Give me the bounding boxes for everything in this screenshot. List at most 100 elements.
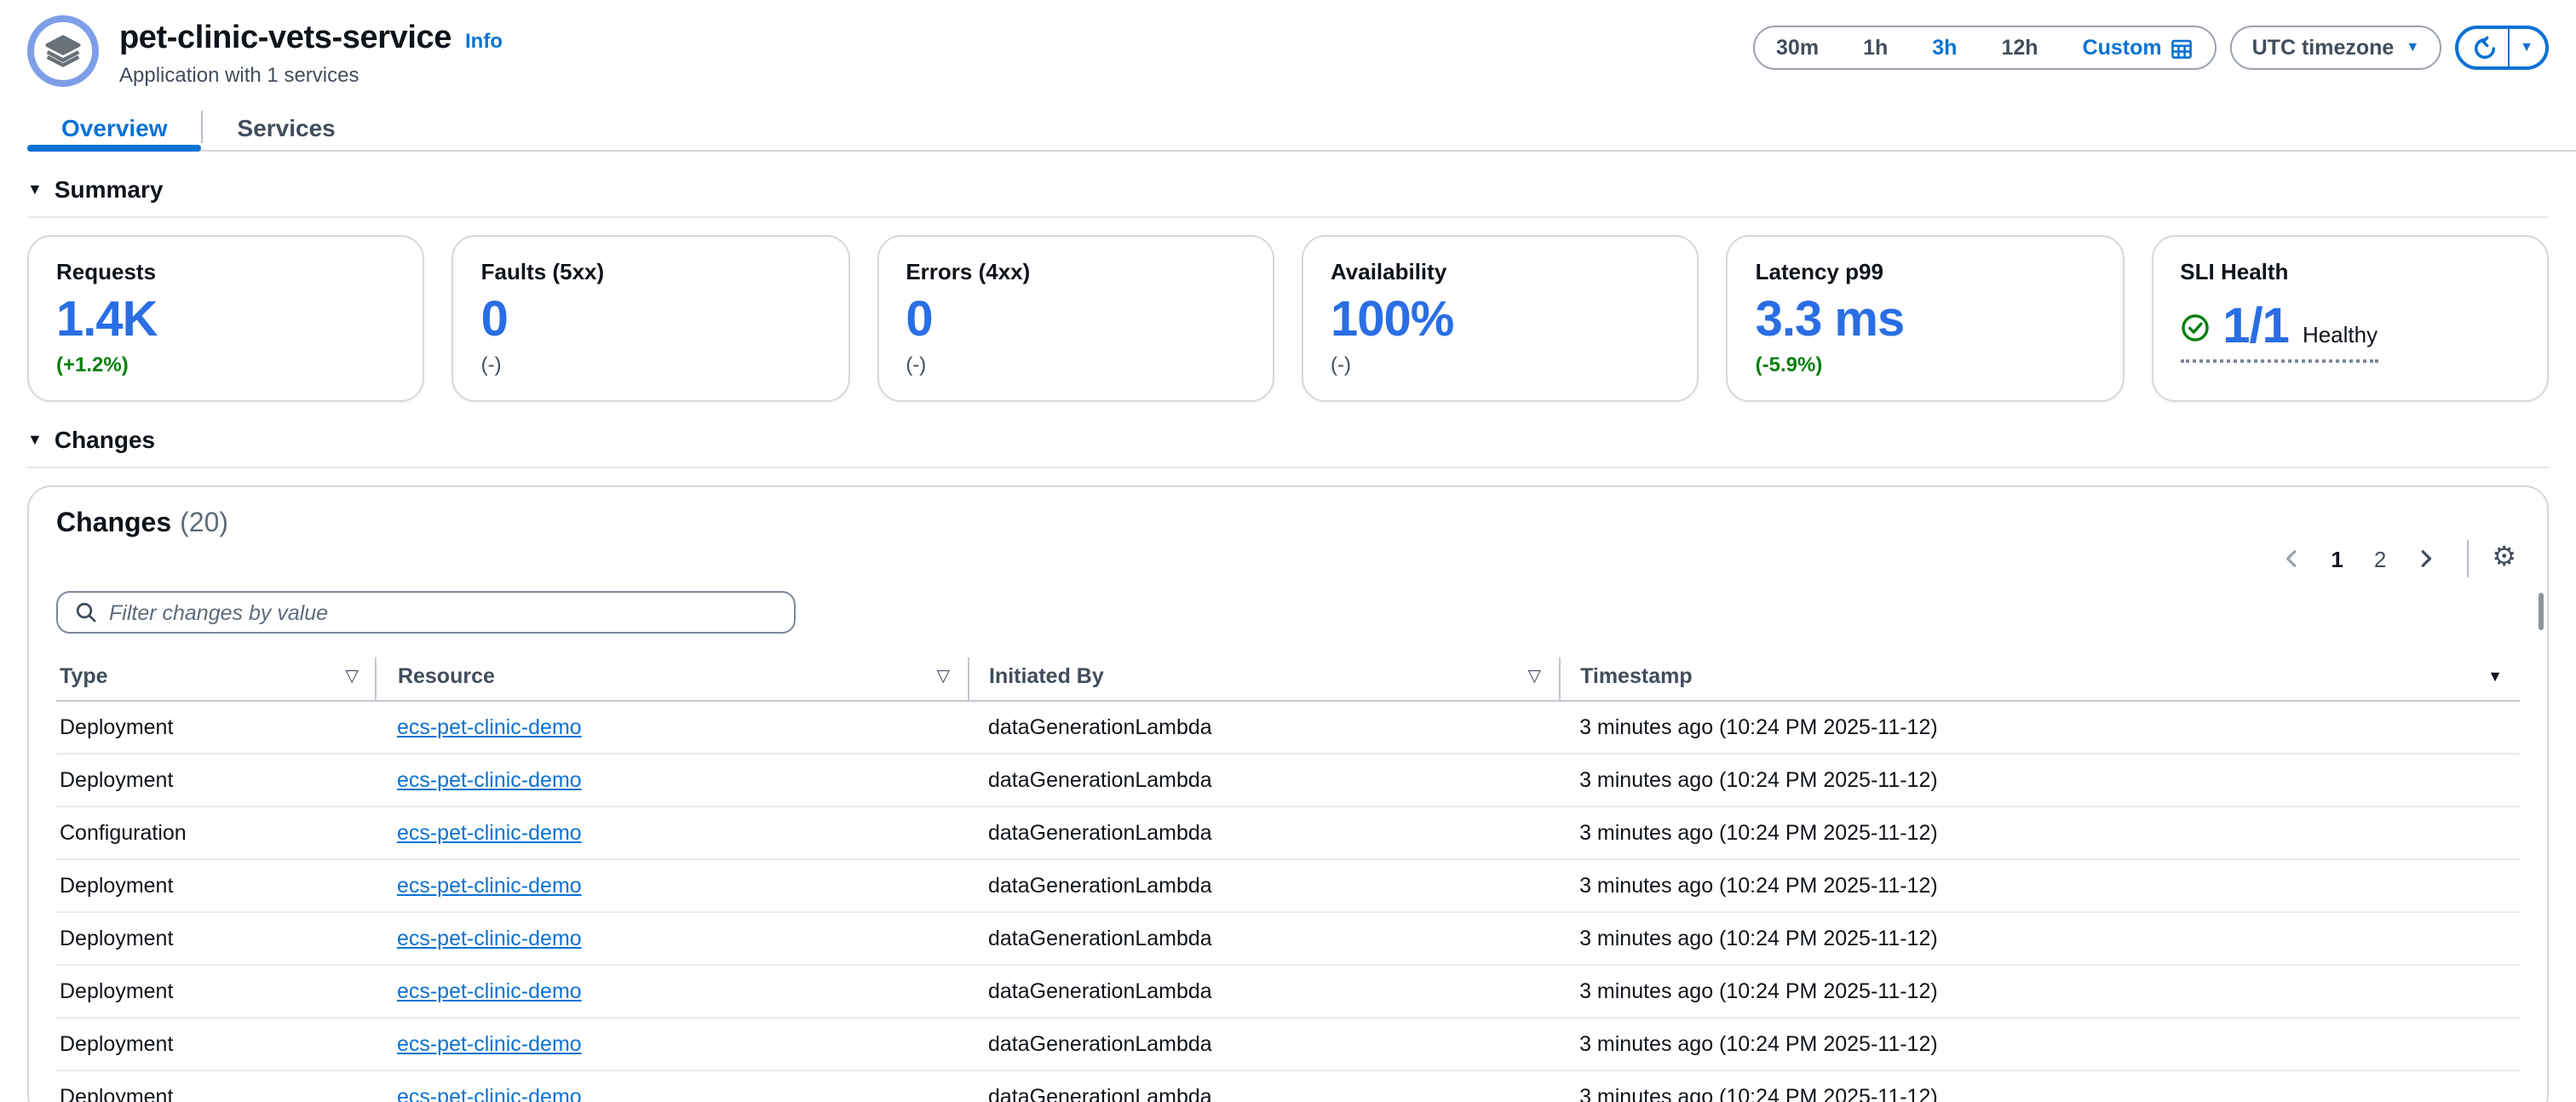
column-header-timestamp[interactable]: Timestamp▼ xyxy=(1559,657,2520,701)
sli-health-popover-trigger[interactable]: 1/1 Healthy xyxy=(2180,301,2378,364)
cell-timestamp: 3 minutes ago (10:24 PM 2025-11-12) xyxy=(1559,965,2520,1018)
cell-resource: ecs-pet-clinic-demo xyxy=(377,1070,968,1102)
pagination-prev-button[interactable] xyxy=(2271,545,2312,572)
cell-type: Deployment xyxy=(56,912,377,965)
chevron-down-icon: ▼ xyxy=(27,431,43,448)
cell-type: Configuration xyxy=(56,806,377,859)
time-range-3h[interactable]: 3h xyxy=(1910,27,1979,68)
cell-timestamp: 3 minutes ago (10:24 PM 2025-11-12) xyxy=(1559,806,2520,859)
pagination-page-2[interactable]: 2 xyxy=(2362,542,2398,575)
resource-link[interactable]: ecs-pet-clinic-demo xyxy=(397,979,582,1003)
refresh-options-button[interactable]: ▼ xyxy=(2510,29,2545,66)
tab-bar: Overview Services xyxy=(27,104,2576,152)
column-header-type[interactable]: Type▽ xyxy=(56,657,377,701)
changes-section-title: Changes xyxy=(55,426,155,453)
cell-initiated-by: dataGenerationLambda xyxy=(968,701,1559,754)
column-filter-icon[interactable]: ▽ xyxy=(937,667,950,686)
resource-link[interactable]: ecs-pet-clinic-demo xyxy=(397,1085,582,1102)
metric-value: 100% xyxy=(1331,295,1670,347)
metric-title: SLI Health xyxy=(2180,259,2520,284)
time-range-custom[interactable]: Custom xyxy=(2061,27,2215,68)
table-row: Deployment ecs-pet-clinic-demo dataGenerat… xyxy=(56,701,2520,754)
time-controls: 30m 1h 3h 12h Custom UTC timezone xyxy=(1752,15,2549,70)
table-row: Deploymentecs-pet-clinic-demodataGenerat… xyxy=(56,1070,2520,1102)
metric-value: 0 xyxy=(906,295,1245,347)
cell-type: Deployment xyxy=(56,1070,377,1102)
cell-type: Deployment xyxy=(56,701,377,754)
cell-type: Deployment xyxy=(56,859,377,912)
summary-section-toggle[interactable]: ▼ Summary xyxy=(27,175,2549,218)
summary-section-title: Summary xyxy=(55,175,164,203)
changes-section-toggle[interactable]: ▼ Changes xyxy=(27,426,2549,468)
changes-panel-title: Changes xyxy=(56,509,171,538)
refresh-icon xyxy=(2472,35,2498,60)
metric-value: 0 xyxy=(481,295,821,347)
table-row: Deployment ecs-pet-clinic-demo dataGenerat… xyxy=(56,859,2520,912)
filter-changes-input[interactable] xyxy=(109,600,777,624)
cell-resource: ecs-pet-clinic-demo xyxy=(377,859,968,912)
metric-title: Faults (5xx) xyxy=(481,259,821,284)
metric-value: 1.4K xyxy=(56,295,396,347)
tab-services[interactable]: Services xyxy=(204,104,370,150)
resource-link[interactable]: ecs-pet-clinic-demo xyxy=(397,1032,582,1056)
cell-initiated-by: dataGenerationLambda xyxy=(968,912,1559,965)
chevron-right-icon xyxy=(2415,548,2435,569)
column-header-initiated-by[interactable]: Initiated By▽ xyxy=(968,657,1559,701)
errors-card: Errors (4xx) 0 (-) xyxy=(877,235,1274,402)
calendar-icon xyxy=(2171,37,2193,59)
table-row: Deploymentecs-pet-clinic-demodataGenerat… xyxy=(56,1018,2520,1070)
table-row: Deploymentecs-pet-clinic-demodataGenerat… xyxy=(56,754,2520,806)
column-filter-icon[interactable]: ▽ xyxy=(346,667,359,686)
resource-link[interactable]: ecs-pet-clinic-demo xyxy=(397,874,582,898)
resource-link[interactable]: ecs-pet-clinic-demo xyxy=(397,768,582,792)
metric-title: Requests xyxy=(56,259,396,284)
resource-link[interactable]: ecs-pet-clinic-demo xyxy=(397,821,582,845)
time-range-30m[interactable]: 30m xyxy=(1754,27,1841,68)
gear-icon[interactable]: ⚙ xyxy=(2488,545,2520,572)
pagination-next-button[interactable] xyxy=(2405,545,2446,572)
time-range-1h[interactable]: 1h xyxy=(1841,27,1910,68)
table-scrollbar-thumb[interactable] xyxy=(2539,593,2544,630)
column-header-resource[interactable]: Resource▽ xyxy=(377,657,968,701)
filter-box xyxy=(56,591,796,634)
page-title: pet-clinic-vets-service xyxy=(119,20,451,57)
metric-title: Availability xyxy=(1331,259,1670,284)
changes-table: Type▽ Resource▽ Initiated By▽ Timestamp▼… xyxy=(56,657,2520,1102)
cell-resource: ecs-pet-clinic-demo xyxy=(377,754,968,806)
chevron-down-icon: ▼ xyxy=(2406,41,2419,55)
resource-link[interactable]: ecs-pet-clinic-demo xyxy=(397,715,582,739)
table-header-row: Type▽ Resource▽ Initiated By▽ Timestamp▼ xyxy=(56,657,2520,701)
tools-divider xyxy=(2466,540,2468,577)
chevron-left-icon xyxy=(2281,548,2302,569)
table-row: Deployment ecs-pet-clinic-demo dataGenerat… xyxy=(56,912,2520,965)
sli-health-card: SLI Health 1/1 Healthy xyxy=(2151,235,2549,402)
info-link[interactable]: Info xyxy=(465,28,503,52)
timezone-dropdown[interactable]: UTC timezone ▼ xyxy=(2230,26,2442,70)
time-range-selector: 30m 1h 3h 12h Custom xyxy=(1752,26,2217,70)
cell-timestamp: 3 minutes ago (10:24 PM 2025-11-12) xyxy=(1559,859,2520,912)
metric-delta: (-) xyxy=(906,353,1245,377)
refresh-split-button: ▼ xyxy=(2455,26,2549,70)
sli-status-label: Healthy xyxy=(2303,323,2378,353)
timezone-label: UTC timezone xyxy=(2252,36,2395,60)
pagination-page-1[interactable]: 1 xyxy=(2319,542,2355,575)
check-circle-icon xyxy=(2180,313,2209,342)
metric-delta: (-) xyxy=(1331,353,1670,377)
resource-link[interactable]: ecs-pet-clinic-demo xyxy=(397,927,582,950)
chevron-down-icon: ▼ xyxy=(27,181,43,198)
refresh-button[interactable] xyxy=(2458,29,2510,66)
metric-delta: (-5.9%) xyxy=(1756,353,2096,377)
tab-overview[interactable]: Overview xyxy=(27,104,202,150)
chevron-down-icon: ▼ xyxy=(2520,41,2533,55)
time-range-12h[interactable]: 12h xyxy=(1979,27,2060,68)
sort-descending-icon[interactable]: ▼ xyxy=(2487,668,2503,685)
metric-delta: (-) xyxy=(481,353,821,377)
metric-title: Latency p99 xyxy=(1756,259,2096,284)
cell-initiated-by: dataGenerationLambda xyxy=(968,859,1559,912)
application-overview-page: pet-clinic-vets-service Info Application… xyxy=(0,0,2576,1102)
cell-initiated-by: dataGenerationLambda xyxy=(968,1018,1559,1070)
cell-initiated-by: dataGenerationLambda xyxy=(968,754,1559,806)
column-filter-icon[interactable]: ▽ xyxy=(1528,667,1541,686)
cell-resource: ecs-pet-clinic-demo xyxy=(377,701,968,754)
page-header: pet-clinic-vets-service Info Application… xyxy=(0,0,2576,87)
